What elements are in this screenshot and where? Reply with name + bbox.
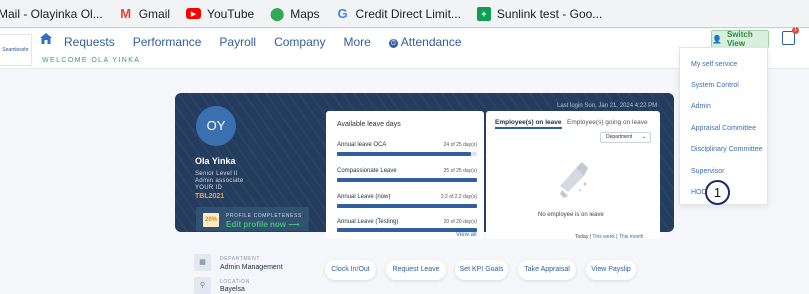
youtube-icon: ▶ [186, 8, 202, 19]
bookmark-label: Gmail [138, 6, 171, 21]
leave-row-value: 25 of 25 day(s) [443, 168, 477, 174]
nav-performance[interactable]: Performance [133, 35, 202, 49]
sheets-icon: + [476, 6, 491, 21]
bookmark-label: Credit Direct Limit... [355, 6, 461, 21]
completeness-label: PROFILE COMPLETENESS [226, 213, 302, 219]
dropdown-item-appraisal-committee[interactable]: Appraisal Committee [691, 125, 756, 132]
leave-heading: Available leave days [337, 121, 401, 128]
request-leave-button[interactable]: Request Leave [386, 260, 446, 280]
bookmark-label: YouTube [207, 6, 255, 21]
department-select-value: Department [606, 134, 633, 140]
avatar: OY [196, 106, 236, 146]
period-week[interactable]: This week [592, 234, 615, 240]
profile-id-label: YOUR ID [195, 185, 223, 191]
dropdown-item-supervisor[interactable]: Supervisor [691, 168, 724, 175]
annotation-marker: 1 [705, 180, 730, 205]
take-appraisal-button[interactable]: Take Appraisal [518, 260, 576, 280]
tab-going-on-leave[interactable]: Employee(s) going on leave [567, 119, 648, 126]
leave-progress-fill [337, 152, 472, 156]
gmail-icon: M [120, 6, 132, 21]
home-icon[interactable] [40, 32, 52, 47]
profile-name: Ola Yinka [195, 156, 236, 166]
leave-row-name: Annual Leave (now) [337, 194, 391, 200]
edit-profile-link[interactable]: Edit profile now ⟶ [226, 220, 300, 229]
location-pin-icon: ⚲ [194, 277, 211, 294]
dropdown-item-disciplinary-committee[interactable]: Disciplinary Committee [691, 146, 763, 153]
leave-progress-fill [337, 204, 477, 208]
arrow-right-icon: ⟶ [288, 220, 300, 229]
leave-progress [337, 178, 477, 182]
tab-on-leave[interactable]: Employee(s) on leave [495, 119, 561, 126]
dropdown-item-system-control[interactable]: System Control [691, 82, 739, 89]
nav-more[interactable]: More [343, 35, 370, 49]
bookmark-gmail[interactable]: M Gmail [119, 6, 171, 21]
set-kpi-goals-button[interactable]: Set KPI Goals [455, 260, 508, 280]
leave-row-name: Compassionate Leave [337, 168, 397, 174]
location-value: Bayelsa [220, 286, 245, 293]
department-label: DEPARTMENT [220, 256, 260, 262]
nav-attendance[interactable]: ⏱ Attendance [388, 35, 462, 49]
google-icon: G [337, 6, 348, 21]
bookmark-mail[interactable]: Mail - Olayinka Ol... [0, 7, 103, 21]
nav-requests[interactable]: Requests [64, 35, 115, 49]
period-filter: Today | This week | This month [575, 234, 644, 240]
completeness-percent: 20% [203, 213, 219, 227]
department-value: Admin Management [220, 264, 283, 271]
profile-level: Senior Level II [195, 171, 238, 177]
clock-in-out-button[interactable]: Clock In/Out [325, 260, 376, 280]
view-payslip-button[interactable]: View Payslip [586, 260, 636, 280]
nav-links: Requests Performance Payroll Company Mor… [64, 35, 462, 49]
period-today[interactable]: Today [575, 234, 588, 240]
bookmark-credit-direct[interactable]: G Credit Direct Limit... [336, 6, 461, 21]
dropdown-item-admin[interactable]: Admin [691, 103, 711, 110]
active-tab-underline [495, 127, 562, 129]
department-select[interactable]: Department ⌄ [600, 132, 651, 143]
bookmark-maps[interactable]: ⬤ Maps [269, 5, 320, 21]
location-label: LOCATION [220, 279, 250, 285]
nav-company[interactable]: Company [274, 35, 325, 49]
empty-state-text: No employee is on leave [538, 212, 604, 218]
notification-badge: 1 [792, 27, 799, 34]
maps-icon: ⬤ [269, 5, 285, 21]
bookmark-label: Mail - Olayinka Ol... [0, 6, 103, 21]
bookmark-youtube[interactable]: ▶ YouTube [186, 7, 254, 21]
building-icon: ▦ [194, 254, 211, 271]
switch-view-label: Switch View [726, 30, 753, 48]
company-logo[interactable]: Seamlesshr [0, 34, 32, 66]
leave-progress [337, 204, 477, 208]
period-month[interactable]: This month [619, 234, 644, 240]
edit-profile-label: Edit profile now [226, 220, 286, 229]
view-all-link[interactable]: View all [456, 232, 477, 238]
clock-icon: ⏱ [388, 39, 398, 48]
logo-text: Seamlesshr [2, 47, 29, 53]
profile-title: Admin associate [195, 178, 244, 184]
leave-progress [337, 152, 477, 156]
leave-row-name: Annual leave OCA [337, 142, 387, 148]
profile-id: TBL2021 [195, 193, 225, 200]
user-icon: 👤 [712, 34, 722, 44]
bookmarks-bar: Mail - Olayinka Ol... M Gmail ▶ YouTube … [0, 0, 809, 28]
leave-row-value: 24 of 25 day(s) [443, 142, 477, 148]
chevron-down-icon: ⌄ [641, 134, 646, 140]
leave-progress-fill [337, 178, 477, 182]
leave-row-value: 20 of 20 day(s) [443, 219, 477, 225]
empty-state-icon [556, 160, 590, 200]
notification-icon[interactable]: 1 [782, 27, 799, 45]
bookmark-label: Maps [290, 6, 320, 21]
leave-row-name: Annual Leave (Testing) [337, 219, 399, 225]
switch-view-button[interactable]: 👤 Switch View [711, 30, 769, 48]
last-login: Last login Sun, Jan 21, 2024 4:22 PM [557, 103, 658, 109]
bookmark-sunlink[interactable]: + Sunlink test - Goo... [476, 6, 603, 21]
bookmark-label: Sunlink test - Goo... [496, 6, 603, 21]
nav-payroll[interactable]: Payroll [219, 35, 256, 49]
dropdown-item-self-service[interactable]: My self service [691, 61, 737, 68]
nav-attendance-label: Attendance [400, 35, 462, 49]
welcome-text: WELCOME OLA YINKA [42, 57, 141, 64]
leave-row-value: 2.2 of 2.2 day(s) [440, 194, 477, 200]
